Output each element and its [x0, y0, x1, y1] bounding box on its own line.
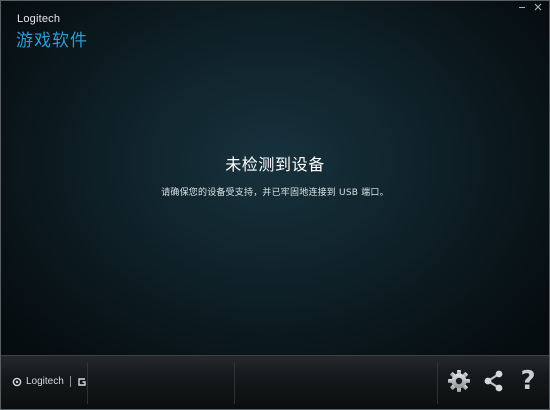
settings-button[interactable] — [442, 364, 476, 398]
share-button[interactable] — [477, 364, 511, 398]
gear-icon — [448, 370, 470, 392]
brand-title: Logitech — [17, 13, 61, 25]
footer-divider — [437, 362, 438, 404]
status-description: 请确保您的设备受支持，并已牢固地连接到 USB 端口。 — [161, 188, 389, 198]
footer-toolbar: Logitech ? — [1, 355, 549, 409]
status-title: 未检测到设备 — [225, 155, 325, 174]
footer-divider — [87, 362, 88, 404]
footer-brand-text: Logitech — [26, 376, 64, 387]
window-controls — [517, 2, 543, 12]
minimize-button[interactable] — [517, 2, 527, 12]
footer-divider — [234, 362, 235, 404]
help-icon: ? — [520, 366, 536, 396]
app-title: 游戏软件 — [16, 31, 88, 51]
footer-brand-separator — [69, 376, 71, 387]
help-button[interactable]: ? — [511, 364, 545, 398]
close-button[interactable] — [533, 2, 543, 12]
g-logo-icon — [78, 377, 86, 386]
logitech-mark-icon — [12, 377, 22, 386]
share-icon — [484, 370, 503, 392]
footer-brand: Logitech — [12, 376, 87, 387]
no-device-message: 未检测到设备 请确保您的设备受支持，并已牢固地连接到 USB 端口。 — [1, 151, 549, 198]
logitech-gaming-software-window: Logitech 游戏软件 未检测到设备 请确保您的设备受支持，并已牢固地连接到… — [0, 0, 550, 410]
close-icon — [534, 3, 542, 11]
